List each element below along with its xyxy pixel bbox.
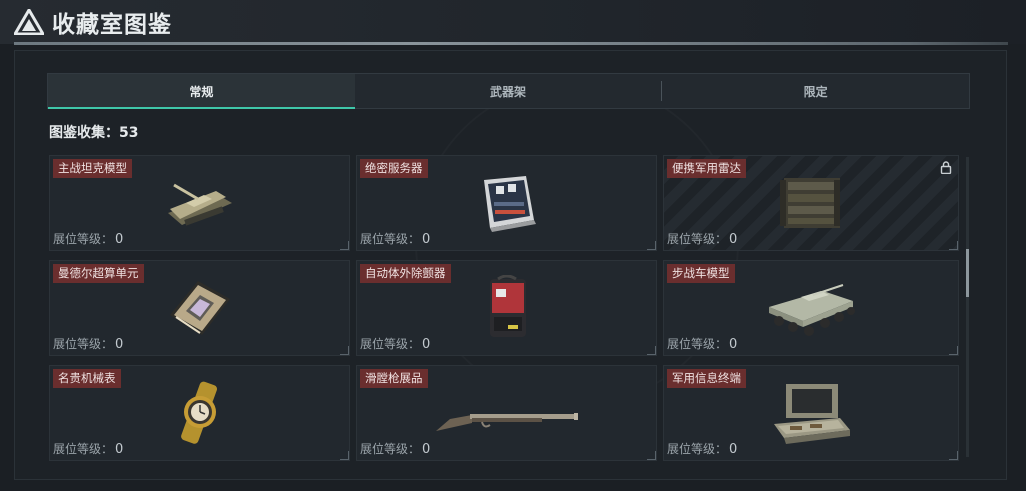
collection-card[interactable]: 军用信息终端 展位等级： 0 (663, 365, 959, 461)
header-bar: 收藏室图鉴 (0, 0, 1026, 45)
card-name: 军用信息终端 (667, 369, 746, 388)
card-level: 展位等级： 0 (667, 442, 738, 457)
card-name: 绝密服务器 (360, 159, 428, 178)
card-corner (949, 241, 958, 250)
musket-icon (435, 412, 578, 431)
card-corner (340, 451, 349, 460)
card-name: 名贵机械表 (53, 369, 121, 388)
scrollbar-thumb[interactable] (966, 249, 969, 297)
server-icon (483, 176, 536, 232)
collection-card[interactable]: 滑膛枪展品 展位等级： 0 (356, 365, 657, 461)
card-level: 展位等级： 0 (667, 232, 738, 247)
collection-card[interactable]: 步战车模型 展位等级： 0 (663, 260, 959, 356)
card-corner (949, 346, 958, 355)
lock-icon (940, 161, 952, 174)
ifv-model-icon (769, 284, 855, 336)
tab-limited[interactable]: 限定 (662, 74, 969, 108)
delta-logo-icon (14, 9, 44, 35)
collection-card[interactable]: 绝密服务器 展位等级： 0 (356, 155, 657, 251)
collection-card[interactable]: 自动体外除颤器 展位等级： 0 (356, 260, 657, 356)
card-corner (647, 346, 656, 355)
collection-count-value: 53 (119, 125, 139, 141)
collection-card[interactable]: 名贵机械表 展位等级： 0 (49, 365, 350, 461)
card-level: 展位等级： 0 (667, 337, 738, 352)
grid-scrollbar[interactable] (966, 157, 969, 457)
collection-card[interactable]: 主战坦克模型 展位等级： 0 (49, 155, 350, 251)
card-level: 展位等级： 0 (360, 232, 431, 247)
card-name: 便携军用雷达 (667, 159, 746, 178)
card-name: 步战车模型 (667, 264, 735, 283)
collection-count: 图鉴收集：53 (49, 122, 138, 142)
card-corner (340, 346, 349, 355)
card-level: 展位等级： 0 (53, 232, 124, 247)
card-name: 自动体外除颤器 (360, 264, 451, 283)
card-name: 曼德尔超算单元 (53, 264, 144, 283)
card-name: 滑膛枪展品 (360, 369, 428, 388)
card-corner (647, 451, 656, 460)
compute-unit-icon (169, 281, 230, 335)
header-divider (14, 42, 1008, 45)
category-tabs: 常规 武器架 限定 (47, 73, 970, 109)
page-title: 收藏室图鉴 (52, 12, 172, 38)
card-level: 展位等级： 0 (53, 337, 124, 352)
card-corner (949, 451, 958, 460)
collection-count-label: 图鉴收集： (49, 125, 119, 141)
collection-grid: 主战坦克模型 展位等级： 0 绝密服务器 展位等级： 0 便携军用雷达 展位等级… (49, 155, 961, 461)
defibrillator-icon (489, 275, 526, 337)
card-level: 展位等级： 0 (360, 337, 431, 352)
terminal-icon (774, 384, 850, 444)
tab-weapon-rack[interactable]: 武器架 (355, 74, 662, 108)
tank-model-icon (167, 183, 232, 226)
card-corner (340, 241, 349, 250)
tab-regular[interactable]: 常规 (48, 74, 355, 109)
card-level: 展位等级： 0 (360, 442, 431, 457)
watch-icon (180, 381, 217, 444)
card-level: 展位等级： 0 (53, 442, 124, 457)
card-corner (647, 241, 656, 250)
collection-card-locked[interactable]: 便携军用雷达 展位等级： 0 (663, 155, 959, 251)
card-name: 主战坦克模型 (53, 159, 132, 178)
collection-card[interactable]: 曼德尔超算单元 展位等级： 0 (49, 260, 350, 356)
radar-icon (780, 178, 840, 228)
